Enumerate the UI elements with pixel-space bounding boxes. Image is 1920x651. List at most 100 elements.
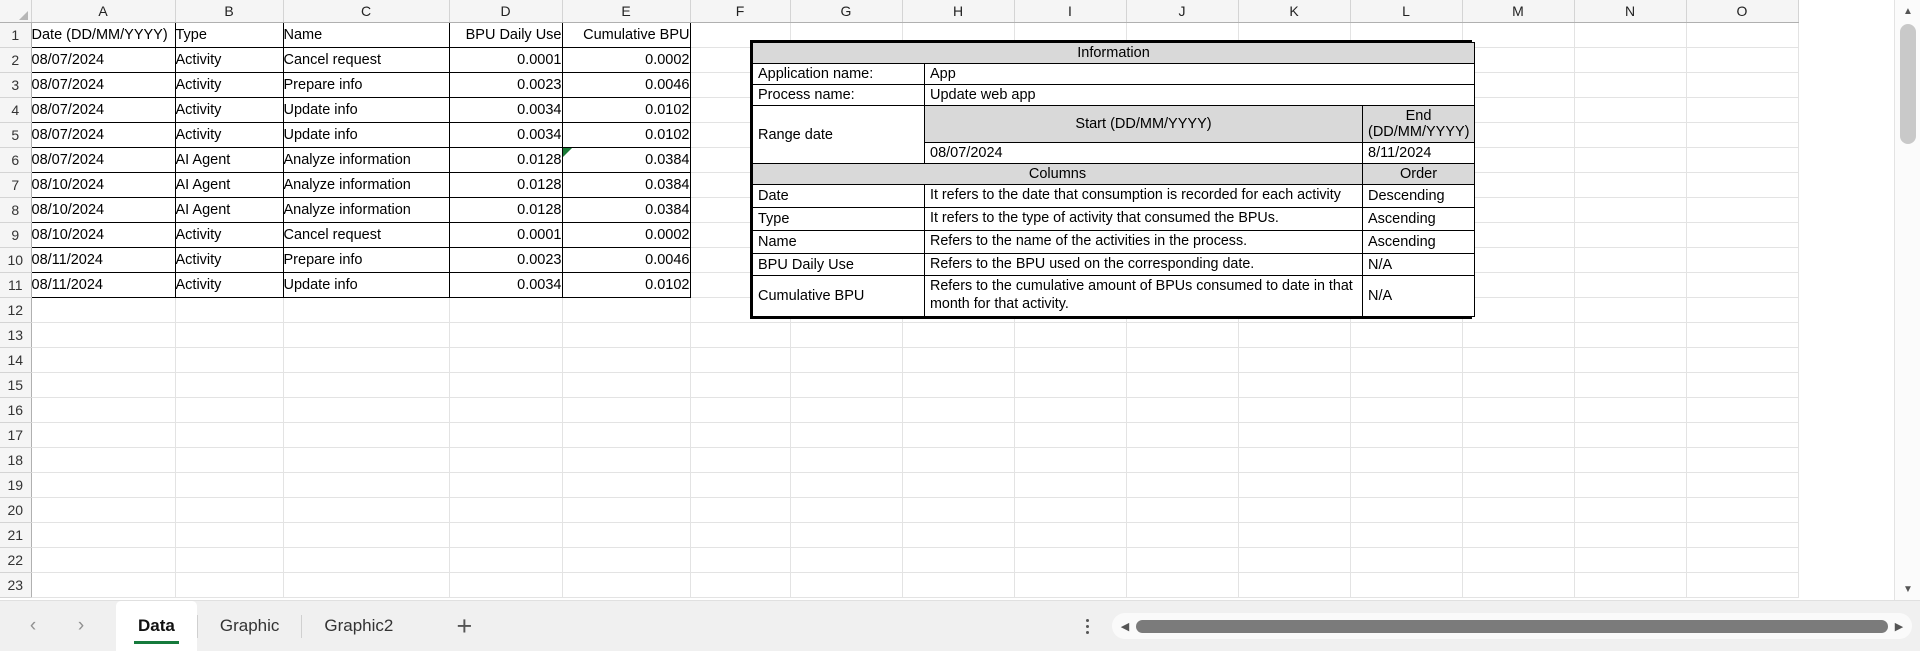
empty-cell[interactable] [562, 372, 691, 398]
data-cell[interactable]: 0.0001 [448, 46, 563, 73]
empty-cell[interactable] [902, 322, 1015, 348]
empty-cell[interactable] [283, 572, 450, 598]
data-cell[interactable]: 0.0384 [561, 196, 691, 223]
data-cell[interactable]: Activity [174, 96, 284, 123]
column-header-j[interactable]: J [1126, 0, 1239, 23]
empty-cell[interactable] [1686, 322, 1799, 348]
data-cell[interactable]: Prepare info [282, 71, 450, 98]
empty-cell[interactable] [1014, 547, 1127, 573]
empty-cell[interactable] [690, 522, 791, 548]
row-header-23[interactable]: 23 [0, 572, 32, 598]
empty-cell[interactable] [1238, 547, 1351, 573]
empty-cell[interactable] [1574, 97, 1687, 123]
column-header-h[interactable]: H [902, 0, 1015, 23]
empty-cell[interactable] [1686, 397, 1799, 423]
data-cell[interactable]: 0.0384 [561, 146, 691, 173]
vertical-scrollbar[interactable]: ▲ ▼ [1894, 0, 1920, 600]
empty-cell[interactable] [1014, 322, 1127, 348]
data-cell[interactable]: Update info [282, 121, 450, 148]
empty-cell[interactable] [790, 547, 903, 573]
data-cell[interactable]: 0.0102 [561, 96, 691, 123]
empty-cell[interactable] [31, 297, 176, 323]
empty-cell[interactable] [449, 372, 563, 398]
empty-cell[interactable] [1238, 522, 1351, 548]
data-cell[interactable]: 0.0002 [561, 221, 691, 248]
empty-cell[interactable] [1686, 522, 1799, 548]
data-cell[interactable]: 08/07/2024 [30, 46, 176, 73]
empty-cell[interactable] [1350, 472, 1463, 498]
empty-cell[interactable] [790, 322, 903, 348]
empty-cell[interactable] [1238, 422, 1351, 448]
empty-cell[interactable] [283, 372, 450, 398]
data-cell[interactable]: 0.0034 [448, 96, 563, 123]
process-name-value[interactable]: Update web app [923, 84, 1476, 106]
empty-cell[interactable] [1462, 372, 1575, 398]
empty-cell[interactable] [790, 522, 903, 548]
empty-cell[interactable] [1462, 547, 1575, 573]
empty-cell[interactable] [562, 322, 691, 348]
empty-cell[interactable] [1350, 547, 1463, 573]
empty-cell[interactable] [1462, 297, 1575, 323]
empty-cell[interactable] [1126, 347, 1239, 373]
empty-cell[interactable] [449, 547, 563, 573]
data-cell[interactable]: Cancel request [282, 221, 450, 248]
empty-cell[interactable] [1014, 522, 1127, 548]
empty-cell[interactable] [1014, 422, 1127, 448]
empty-cell[interactable] [1686, 122, 1799, 148]
empty-cell[interactable] [902, 472, 1015, 498]
data-cell[interactable]: 0.0046 [561, 246, 691, 273]
empty-cell[interactable] [1574, 297, 1687, 323]
empty-cell[interactable] [175, 447, 284, 473]
empty-cell[interactable] [1686, 472, 1799, 498]
empty-cell[interactable] [562, 572, 691, 598]
empty-cell[interactable] [902, 397, 1015, 423]
next-sheet-icon[interactable]: › [70, 615, 92, 637]
empty-cell[interactable] [449, 422, 563, 448]
empty-cell[interactable] [1462, 447, 1575, 473]
data-cell[interactable]: 0.0046 [561, 71, 691, 98]
select-all-corner[interactable] [0, 0, 32, 23]
data-cell[interactable]: 08/07/2024 [30, 71, 176, 98]
empty-cell[interactable] [1238, 497, 1351, 523]
empty-cell[interactable] [1462, 147, 1575, 173]
empty-cell[interactable] [1686, 172, 1799, 198]
scroll-up-arrow-icon[interactable]: ▲ [1895, 0, 1920, 22]
data-cell[interactable]: Analyze information [282, 196, 450, 223]
empty-cell[interactable] [790, 497, 903, 523]
empty-cell[interactable] [1126, 372, 1239, 398]
empty-cell[interactable] [1686, 22, 1799, 48]
empty-cell[interactable] [175, 347, 284, 373]
range-end-value[interactable]: 8/11/2024 [1361, 142, 1476, 164]
empty-cell[interactable] [1574, 397, 1687, 423]
horizontal-scrollbar[interactable]: ◀ ▶ [1112, 613, 1912, 639]
empty-cell[interactable] [31, 522, 176, 548]
data-cell[interactable]: Analyze information [282, 171, 450, 198]
empty-cell[interactable] [1574, 222, 1687, 248]
column-header-l[interactable]: L [1350, 0, 1463, 23]
empty-cell[interactable] [449, 522, 563, 548]
column-header-f[interactable]: F [690, 0, 791, 23]
column-header-n[interactable]: N [1574, 0, 1687, 23]
empty-cell[interactable] [1574, 372, 1687, 398]
data-header-cell[interactable]: BPU Daily Use [448, 21, 563, 48]
empty-cell[interactable] [449, 322, 563, 348]
empty-cell[interactable] [175, 422, 284, 448]
vertical-scrollbar-thumb[interactable] [1900, 24, 1916, 144]
empty-cell[interactable] [1686, 197, 1799, 223]
add-sheet-button[interactable]: + [449, 611, 479, 641]
empty-cell[interactable] [790, 447, 903, 473]
horizontal-scrollbar-track[interactable] [1136, 619, 1888, 633]
row-header-4[interactable]: 4 [0, 97, 32, 123]
empty-cell[interactable] [31, 472, 176, 498]
empty-cell[interactable] [449, 497, 563, 523]
data-cell[interactable]: 0.0034 [448, 121, 563, 148]
data-cell[interactable]: AI Agent [174, 171, 284, 198]
empty-cell[interactable] [902, 572, 1015, 598]
empty-cell[interactable] [1574, 347, 1687, 373]
empty-cell[interactable] [283, 522, 450, 548]
empty-cell[interactable] [1126, 447, 1239, 473]
data-header-cell[interactable]: Type [174, 21, 284, 48]
scroll-down-arrow-icon[interactable]: ▼ [1895, 578, 1920, 600]
empty-cell[interactable] [562, 472, 691, 498]
empty-cell[interactable] [1014, 472, 1127, 498]
